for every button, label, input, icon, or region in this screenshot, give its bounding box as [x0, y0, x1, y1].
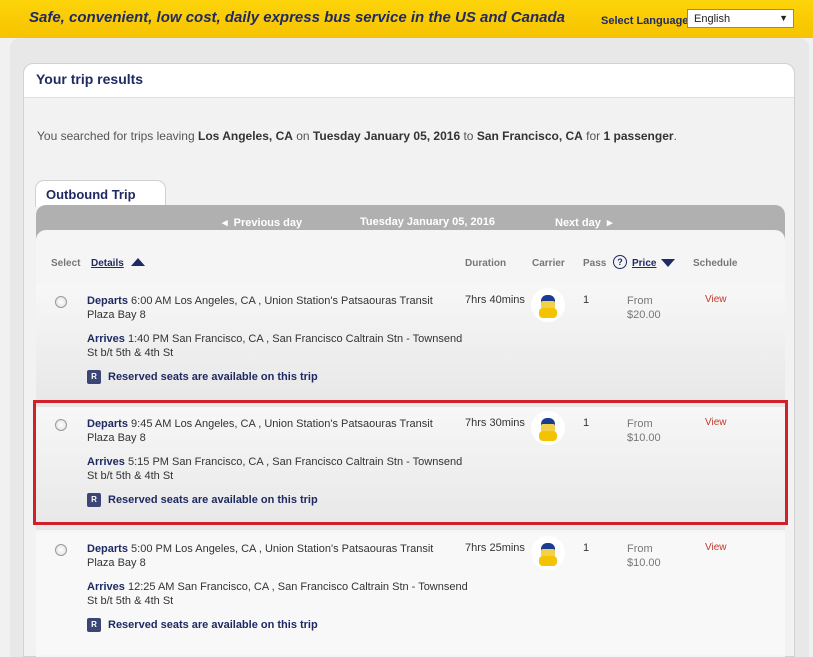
trip-select-radio[interactable] — [55, 544, 67, 556]
chevron-down-icon: ▼ — [779, 13, 788, 23]
carrier-logo-icon — [531, 288, 565, 322]
results-header: Your trip results — [24, 64, 794, 98]
summary-prefix: You searched for trips leaving — [37, 129, 198, 143]
trip-duration: 7hrs 25mins — [465, 542, 525, 554]
reserved-badge-icon: R — [87, 618, 101, 632]
day-navigation: ◂ Previous day Tuesday January 05, 2016 … — [36, 205, 785, 231]
language-select[interactable]: English ▼ — [687, 9, 794, 28]
view-schedule-link[interactable]: View — [705, 294, 727, 305]
sort-descending-icon[interactable] — [661, 259, 675, 267]
summary-for: for — [582, 129, 604, 143]
view-schedule-link[interactable]: View — [705, 542, 727, 553]
language-label: Select Language — [601, 15, 689, 27]
reserved-badge-icon: R — [87, 370, 101, 384]
price-value: $10.00 — [627, 557, 661, 569]
summary-to: to — [460, 129, 477, 143]
carrier-logo-icon — [531, 536, 565, 570]
trip-row: Departs 5:00 PM Los Angeles, CA , Union … — [36, 533, 785, 655]
departs-text: 5:00 PM Los Angeles, CA , Union Station'… — [87, 543, 434, 569]
column-header-select: Select — [51, 258, 81, 269]
reserved-seats-note: R Reserved seats are available on this tr… — [87, 370, 318, 384]
arrives-label: Arrives — [87, 581, 125, 593]
departs-detail: Departs 5:00 PM Los Angeles, CA , Union … — [87, 542, 462, 570]
trip-select-radio[interactable] — [55, 296, 67, 308]
current-day-label: Tuesday January 05, 2016 — [360, 216, 495, 228]
language-value: English — [694, 13, 731, 25]
departs-label: Departs — [87, 295, 128, 307]
trip-pass: 1 — [583, 294, 590, 306]
chevron-left-icon: ◂ — [222, 217, 228, 229]
arrives-detail: Arrives 12:25 AM San Francisco, CA , San… — [87, 580, 472, 608]
arrives-text: 1:40 PM San Francisco, CA , San Francisc… — [87, 333, 463, 359]
previous-day-link[interactable]: ◂ Previous day — [222, 216, 302, 229]
summary-passengers: 1 passenger — [603, 129, 674, 143]
column-header-carrier: Carrier — [532, 258, 565, 269]
tab-outbound-trip[interactable]: Outbound Trip — [35, 180, 166, 207]
trip-price: From $10.00 — [627, 542, 661, 570]
sort-ascending-icon[interactable] — [131, 258, 145, 266]
trip-price: From $20.00 — [627, 294, 661, 322]
reserved-text: Reserved seats are available on this tri… — [108, 370, 318, 383]
highlight-box — [33, 400, 788, 525]
summary-destination: San Francisco, CA — [476, 129, 583, 143]
help-icon[interactable]: ? — [613, 255, 627, 269]
departs-detail: Departs 6:00 AM Los Angeles, CA , Union … — [87, 294, 462, 322]
summary-suffix: . — [673, 129, 677, 143]
summary-on: on — [292, 129, 313, 143]
previous-day-label: Previous day — [233, 217, 303, 229]
price-from: From — [627, 295, 653, 307]
trip-pass: 1 — [583, 542, 590, 554]
trip-duration: 7hrs 40mins — [465, 294, 525, 306]
departs-text: 6:00 AM Los Angeles, CA , Union Station'… — [87, 295, 433, 321]
arrives-label: Arrives — [87, 333, 125, 345]
price-from: From — [627, 543, 653, 555]
summary-origin: Los Angeles, CA — [198, 129, 293, 143]
column-header-schedule: Schedule — [693, 258, 738, 269]
page-title: Your trip results — [36, 71, 144, 87]
header-bar: Safe, convenient, low cost, daily expres… — [0, 0, 813, 38]
reserved-text: Reserved seats are available on this tri… — [108, 618, 318, 631]
column-header-pass: Pass — [583, 258, 607, 269]
next-day-link[interactable]: Next day ▸ — [555, 216, 613, 229]
summary-date: Tuesday January 05, 2016 — [312, 129, 461, 143]
arrives-detail: Arrives 1:40 PM San Francisco, CA , San … — [87, 332, 472, 360]
departs-label: Departs — [87, 543, 128, 555]
tagline: Safe, convenient, low cost, daily expres… — [29, 9, 566, 26]
search-summary: You searched for trips leaving Los Angel… — [37, 129, 677, 143]
chevron-right-icon: ▸ — [606, 217, 613, 229]
next-day-label: Next day — [555, 217, 601, 229]
trip-row: Departs 6:00 AM Los Angeles, CA , Union … — [36, 285, 785, 407]
column-header-duration: Duration — [465, 258, 507, 269]
column-header-price[interactable]: Price — [632, 258, 656, 269]
reserved-seats-note: R Reserved seats are available on this tr… — [87, 618, 318, 632]
column-header-details[interactable]: Details — [91, 258, 124, 269]
arrives-text: 12:25 AM San Francisco, CA , San Francis… — [87, 581, 468, 607]
price-value: $20.00 — [627, 309, 661, 321]
tab-outbound-label: Outbound Trip — [46, 187, 136, 202]
